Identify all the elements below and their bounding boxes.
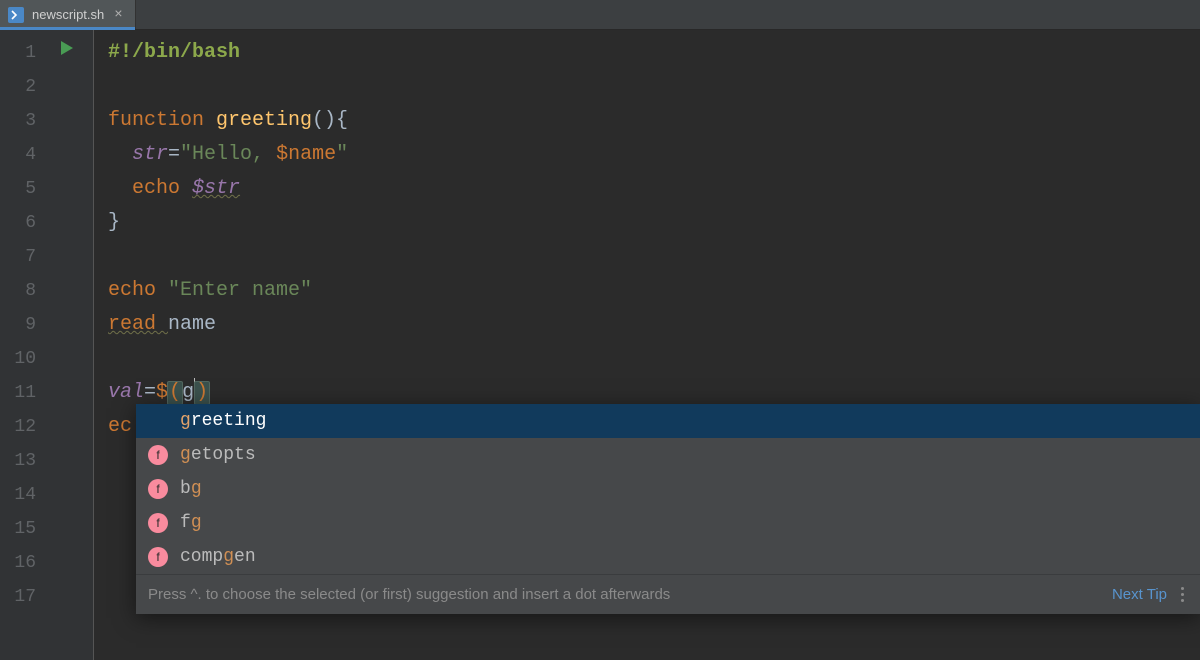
shell-file-icon <box>8 7 24 23</box>
line-number[interactable]: 8 <box>0 274 48 308</box>
line-number[interactable]: 3 <box>0 104 48 138</box>
code-token: function <box>108 109 216 132</box>
code-token: greeting <box>216 109 312 132</box>
line-number[interactable]: 1 <box>0 36 48 70</box>
line-number-gutter: 1 2 3 4 5 6 7 8 9 10 11 12 13 14 15 16 1… <box>0 30 48 660</box>
code-area[interactable]: #!/bin/bash function greeting(){ str="He… <box>94 30 1200 660</box>
code-token: (){ <box>312 109 348 132</box>
run-script-icon[interactable] <box>58 39 76 62</box>
tab-bar: newscript.sh × <box>0 0 1200 30</box>
completion-item[interactable]: f fg <box>136 506 1200 540</box>
kebab-menu-icon[interactable] <box>1177 583 1188 606</box>
file-tab[interactable]: newscript.sh × <box>0 0 136 29</box>
run-gutter <box>48 30 94 660</box>
line-number[interactable]: 15 <box>0 512 48 546</box>
tab-filename: newscript.sh <box>32 7 104 22</box>
line-number[interactable]: 13 <box>0 444 48 478</box>
line-number[interactable]: 4 <box>0 138 48 172</box>
line-number[interactable]: 2 <box>0 70 48 104</box>
line-number[interactable]: 5 <box>0 172 48 206</box>
line-number[interactable]: 16 <box>0 546 48 580</box>
code-token: #!/bin/bash <box>108 41 240 64</box>
completion-item[interactable]: f greeting <box>136 404 1200 438</box>
completion-item[interactable]: f bg <box>136 472 1200 506</box>
line-number[interactable]: 7 <box>0 240 48 274</box>
line-number[interactable]: 11 <box>0 376 48 410</box>
close-icon[interactable]: × <box>112 8 124 22</box>
completion-item[interactable]: f getopts <box>136 438 1200 472</box>
completion-type-icon: f <box>148 445 168 465</box>
completion-item[interactable]: f compgen <box>136 540 1200 574</box>
line-number[interactable]: 17 <box>0 580 48 614</box>
line-number[interactable]: 14 <box>0 478 48 512</box>
line-number[interactable]: 10 <box>0 342 48 376</box>
hint-text: Press ^. to choose the selected (or firs… <box>148 586 670 603</box>
line-number[interactable]: 6 <box>0 206 48 240</box>
editor: 1 2 3 4 5 6 7 8 9 10 11 12 13 14 15 16 1… <box>0 30 1200 660</box>
completion-type-icon: f <box>148 547 168 567</box>
line-number[interactable]: 9 <box>0 308 48 342</box>
completion-type-icon: f <box>148 513 168 533</box>
completion-popup: f greeting f getopts f bg f fg f compgen… <box>136 404 1200 614</box>
next-tip-link[interactable]: Next Tip <box>1112 586 1167 603</box>
line-number[interactable]: 12 <box>0 410 48 444</box>
completion-hint: Press ^. to choose the selected (or firs… <box>136 574 1200 614</box>
completion-type-icon: f <box>148 479 168 499</box>
code-token: str <box>132 143 168 166</box>
